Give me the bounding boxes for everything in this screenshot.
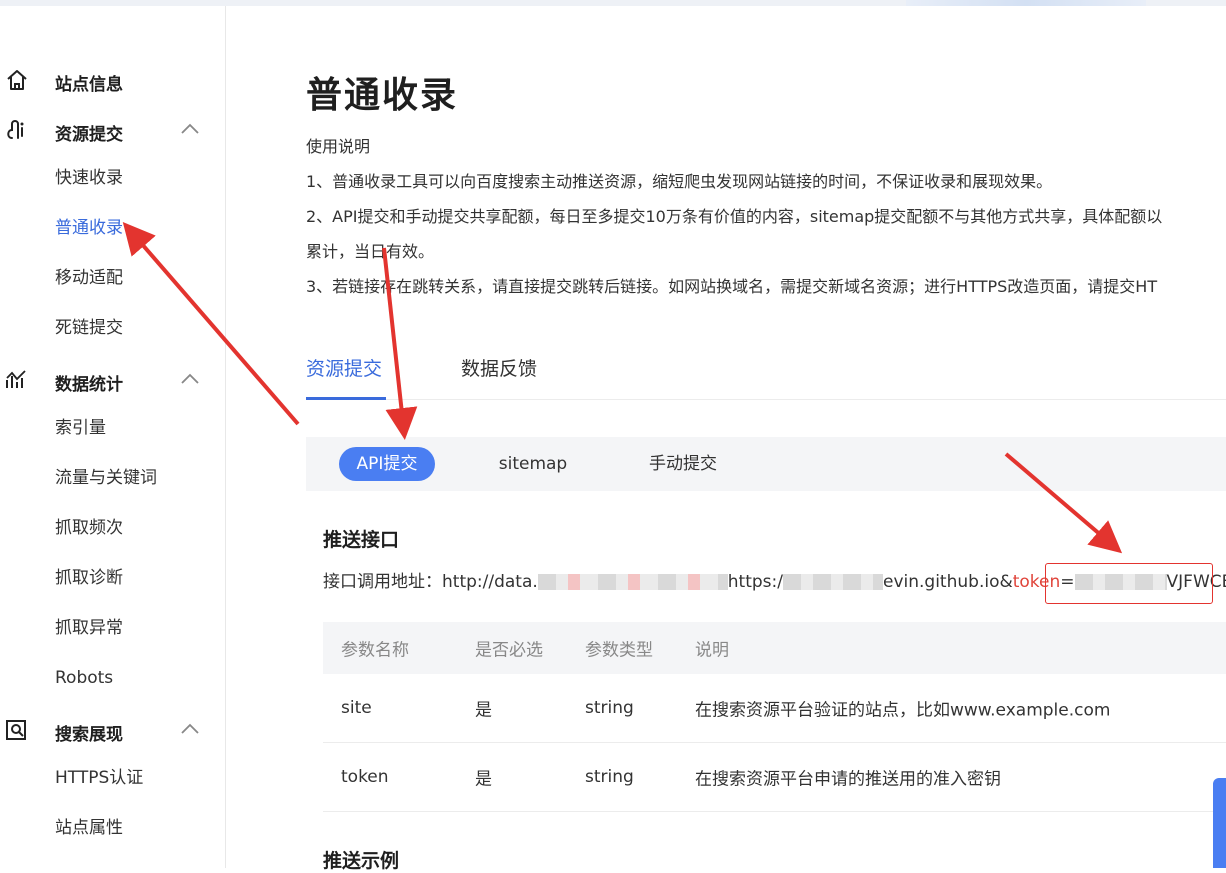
usage-line-3: 3、若链接存在跳转关系，请直接提交跳转后链接。如网站换域名，需提交新域名资源；进… [306, 277, 1158, 296]
chevron-up-icon[interactable] [180, 372, 200, 386]
usage-line-2: 2、API提交和手动提交共享配额，每日至多提交10万条有价值的内容，sitema… [306, 207, 1163, 226]
table-row: token 是 string 在搜索资源平台申请的推送用的准入密钥 [323, 743, 1226, 812]
header-description: 说明 [695, 640, 729, 661]
api-address-part2[interactable]: https:/ [728, 572, 783, 592]
section-push-example: 推送示例 [323, 850, 400, 872]
api-address-part3[interactable]: evin.github.io& [883, 572, 1013, 592]
cell-required: 是 [475, 769, 492, 790]
search-display-icon [6, 720, 26, 740]
submit-icon [7, 120, 24, 139]
floating-side-button[interactable] [1213, 778, 1226, 868]
sidebar: 站点信息 资源提交 快速收录 普通收录 移动适配 死链提交 数据统计 索引量 流… [0, 6, 226, 868]
sidebar-group-label: 站点信息 [55, 75, 123, 95]
sidebar-item-crawl-frequency[interactable]: 抓取频次 [55, 516, 123, 540]
subtab-api-submit[interactable]: API提交 [339, 447, 435, 481]
token-highlight-box [1045, 563, 1213, 604]
usage-line-2-cont: 累计，当日有效。 [306, 242, 435, 261]
usage-heading: 使用说明 [306, 137, 371, 156]
params-table: 参数名称 是否必选 参数类型 说明 site 是 string 在搜索资源平台验… [323, 622, 1226, 812]
sidebar-item-site-attributes[interactable]: 站点属性 [55, 816, 123, 840]
sidebar-item-crawl-diagnosis[interactable]: 抓取诊断 [55, 566, 123, 590]
cell-required: 是 [475, 700, 492, 721]
sidebar-group-resource-submit[interactable]: 资源提交 [0, 110, 226, 150]
sidebar-item-dead-link[interactable]: 死链提交 [55, 316, 123, 340]
active-tab-indicator [306, 397, 386, 400]
usage-line-1: 1、普通收录工具可以向百度搜索主动推送资源，缩短爬虫发现网站链接的时间，不保证收… [306, 172, 1053, 191]
cell-param-name: site [341, 698, 372, 718]
sidebar-group-site-info[interactable]: 站点信息 [0, 60, 226, 100]
chevron-up-icon[interactable] [180, 722, 200, 736]
tab-resource-submit[interactable]: 资源提交 [306, 354, 382, 381]
header-param-type: 参数类型 [585, 640, 653, 661]
cell-param-type: string [585, 698, 634, 718]
cell-param-name: token [341, 767, 389, 787]
cell-description: 在搜索资源平台申请的推送用的准入密钥 [695, 769, 1001, 790]
sidebar-group-label: 资源提交 [55, 125, 123, 145]
redacted-segment [783, 574, 883, 590]
sidebar-item-quick-index[interactable]: 快速收录 [55, 166, 123, 190]
redacted-segment [537, 574, 728, 590]
cell-param-type: string [585, 767, 634, 787]
header-param-name: 参数名称 [341, 640, 409, 661]
subtab-sitemap[interactable]: sitemap [486, 447, 580, 481]
api-address-label: 接口调用地址： [323, 572, 442, 592]
sidebar-group-label: 数据统计 [55, 375, 123, 395]
submit-method-tabs: API提交 sitemap 手动提交 [306, 437, 1226, 491]
sidebar-item-traffic-keywords[interactable]: 流量与关键词 [55, 466, 157, 490]
section-push-api: 推送接口 [323, 529, 400, 551]
tab-data-feedback[interactable]: 数据反馈 [461, 354, 537, 381]
sidebar-group-label: 搜索展现 [55, 725, 123, 745]
sidebar-item-robots[interactable]: Robots [55, 666, 113, 690]
sidebar-item-index-volume[interactable]: 索引量 [55, 416, 106, 440]
main-tabs: 资源提交 数据反馈 [306, 346, 1226, 400]
sidebar-item-mobile-adapt[interactable]: 移动适配 [55, 266, 123, 290]
header-required: 是否必选 [475, 640, 543, 661]
api-address-part1[interactable]: http://data. [442, 572, 538, 592]
subtab-manual-submit[interactable]: 手动提交 [636, 447, 730, 481]
table-row: site 是 string 在搜索资源平台验证的站点，比如www.example… [323, 674, 1226, 743]
chevron-up-icon[interactable] [180, 122, 200, 136]
sidebar-item-normal-index[interactable]: 普通收录 [55, 216, 123, 240]
table-header: 参数名称 是否必选 参数类型 说明 [323, 622, 1226, 674]
sidebar-group-search-display[interactable]: 搜索展现 [0, 710, 226, 750]
sidebar-item-crawl-errors[interactable]: 抓取异常 [55, 616, 123, 640]
cell-description: 在搜索资源平台验证的站点，比如www.example.com [695, 700, 1111, 721]
home-icon [7, 70, 27, 90]
sidebar-item-https-cert[interactable]: HTTPS认证 [55, 766, 143, 790]
chart-icon [6, 370, 26, 388]
page-title: 普通收录 [306, 75, 459, 116]
sidebar-group-data-stats[interactable]: 数据统计 [0, 360, 226, 400]
